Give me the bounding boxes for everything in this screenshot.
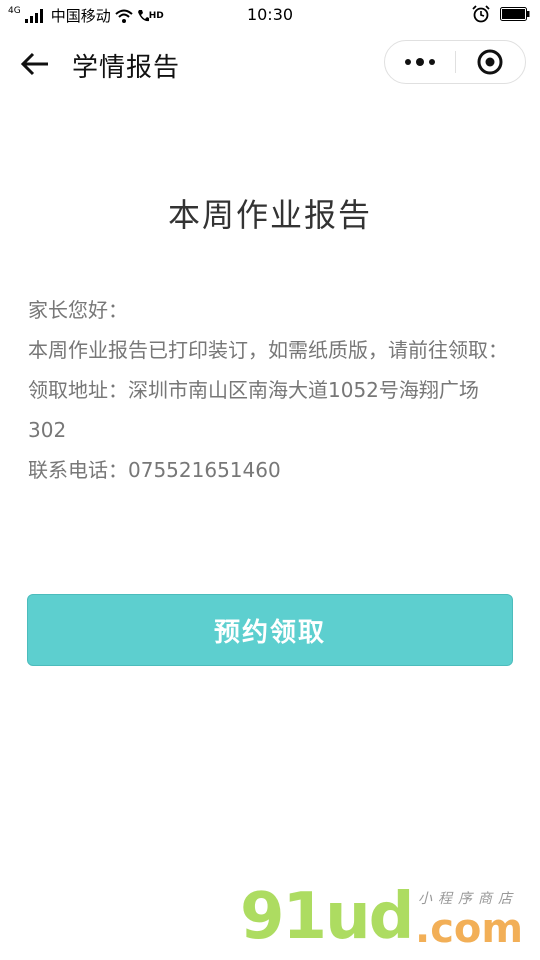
target-close-icon (477, 49, 503, 75)
phone-label: 联系电话： (28, 458, 128, 482)
more-button[interactable] (385, 41, 455, 83)
page-title: 学情报告 (72, 53, 181, 83)
alarm-icon (472, 5, 490, 23)
report-body: 家长您好： 本周作业报告已打印装订，如需纸质版，请前往领取： 领取地址：深圳市南… (28, 290, 508, 490)
watermark-main: 91ud (240, 880, 414, 954)
phone-line: 联系电话：075521651460 (28, 450, 508, 490)
mini-program-capsule (384, 40, 526, 84)
status-bar: 4G 中国移动 HD 10:30 (0, 0, 540, 30)
page: 4G 中国移动 HD 10:30 学情报告 本周作业报告 家长您好： 本周作业报… (0, 0, 540, 960)
report-title: 本周作业报告 (167, 196, 372, 234)
back-arrow-icon[interactable] (20, 50, 52, 78)
status-right (472, 5, 530, 23)
battery-icon (500, 7, 530, 21)
reserve-pickup-button[interactable]: 预约领取 (27, 594, 513, 666)
nav-bar: 学情报告 (0, 34, 540, 94)
address-line: 领取地址：深圳市南山区南海大道1052号海翔广场302 (28, 370, 508, 450)
watermark: 91ud 小程序商店 .com (240, 880, 530, 960)
close-mini-program-button[interactable] (455, 41, 525, 83)
watermark-sub: 小程序商店 (418, 891, 518, 907)
watermark-com: .com (415, 906, 524, 952)
notice-text: 本周作业报告已打印装订，如需纸质版，请前往领取： (28, 338, 508, 362)
status-time: 10:30 (246, 5, 294, 24)
address-label: 领取地址： (28, 378, 128, 402)
phone-value: 075521651460 (128, 458, 281, 482)
more-dots-icon (405, 58, 435, 66)
greeting-text: 家长您好： (28, 298, 128, 322)
